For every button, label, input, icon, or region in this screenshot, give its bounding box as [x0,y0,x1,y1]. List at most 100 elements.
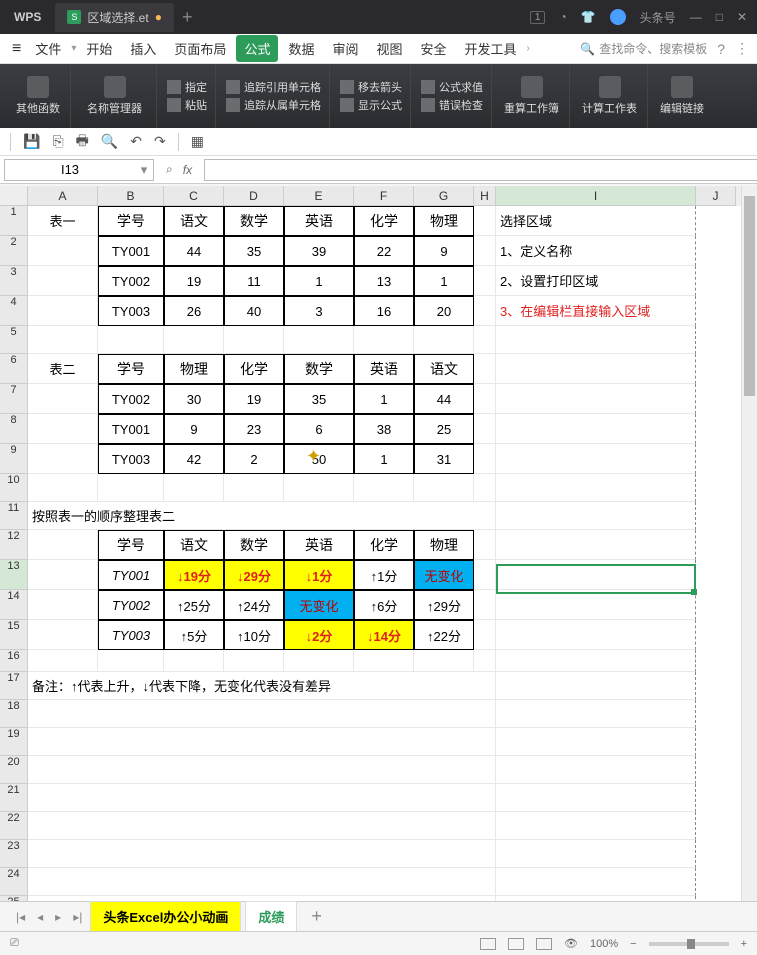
help-icon[interactable]: ? [717,41,725,57]
cell[interactable]: TY002 [98,590,164,620]
cell[interactable] [474,236,496,266]
col-header[interactable]: F [354,186,414,206]
menu-devtools[interactable]: 开发工具 [457,35,525,62]
row-header[interactable]: 3 [0,266,28,296]
cell[interactable] [284,326,354,354]
cell[interactable] [164,474,224,502]
col-header[interactable]: C [164,186,224,206]
cell[interactable] [496,700,696,728]
ribbon-show-formula[interactable]: 显示公式 [340,97,402,113]
cell[interactable]: 学号 [98,530,164,560]
cell[interactable]: ↓19分 [164,560,224,590]
sheet-tab[interactable]: 头条Excel办公小动画 [90,901,241,932]
cell[interactable]: 化学 [354,206,414,236]
cell[interactable]: 1 [284,266,354,296]
cell[interactable]: 物理 [414,530,474,560]
cell[interactable]: 数学 [284,354,354,384]
cell[interactable] [28,756,496,784]
cell[interactable]: 35 [224,236,284,266]
cell[interactable]: ↑5分 [164,620,224,650]
cell[interactable] [474,384,496,414]
command-search[interactable]: 🔍 查找命令、搜索模板 [580,40,707,57]
row-header[interactable]: 10 [0,474,28,502]
row-header[interactable]: 1 [0,206,28,236]
cell[interactable]: ↓1分 [284,560,354,590]
cell[interactable]: 化学 [354,530,414,560]
cell[interactable]: 31 [414,444,474,474]
cell[interactable]: 学号 [98,354,164,384]
col-header[interactable]: E [284,186,354,206]
tab-nav-prev[interactable]: ◂ [33,910,47,924]
menu-file[interactable]: 文件 [27,35,69,62]
cell[interactable]: 42 [164,444,224,474]
cell[interactable] [28,784,496,812]
row-header[interactable]: 7 [0,384,28,414]
cell[interactable]: TY001 [98,236,164,266]
col-header[interactable]: J [696,186,736,206]
vertical-scrollbar[interactable] [741,186,757,901]
cell[interactable]: 选择区域 [496,206,696,236]
ribbon-other-functions[interactable]: 其他函数 [6,64,71,128]
window-count[interactable]: 1 [530,11,546,24]
cell[interactable] [474,206,496,236]
cell[interactable]: ↑29分 [414,590,474,620]
select-all-corner[interactable] [0,186,28,206]
ribbon-paste[interactable]: 粘贴 [167,97,207,113]
undo-icon[interactable]: ↶ [130,133,142,150]
cell[interactable]: 物理 [414,206,474,236]
cell[interactable]: 英语 [284,530,354,560]
cell[interactable] [474,530,496,560]
row-header[interactable]: 23 [0,840,28,868]
cell[interactable]: TY001 [98,560,164,590]
sheet-tab-active[interactable]: 成绩 [245,901,297,932]
cell[interactable]: 39 [284,236,354,266]
cell[interactable] [474,414,496,444]
cell[interactable]: 英语 [284,206,354,236]
cell[interactable]: 22 [354,236,414,266]
cell[interactable]: 2 [224,444,284,474]
cell[interactable] [28,444,98,474]
cell[interactable]: 9 [164,414,224,444]
cell[interactable] [496,784,696,812]
cell[interactable] [474,650,496,672]
row-header[interactable]: 11 [0,502,28,530]
clock-icon[interactable]: ◔ [559,10,566,24]
col-header[interactable]: B [98,186,164,206]
cell[interactable] [28,384,98,414]
redo-icon[interactable]: ↷ [154,133,166,150]
cell[interactable]: 无变化 [284,590,354,620]
cell[interactable] [496,590,696,620]
stats-icon[interactable]: ⎚ [10,937,19,950]
cell[interactable]: ↑25分 [164,590,224,620]
row-header[interactable]: 9 [0,444,28,474]
cell[interactable]: 13 [354,266,414,296]
preview-icon[interactable]: 🔍 [101,133,118,150]
row-header[interactable]: 18 [0,700,28,728]
new-tab-button[interactable]: + [182,7,193,28]
cell[interactable] [414,650,474,672]
cell[interactable]: 25 [414,414,474,444]
cell[interactable]: TY003 [98,620,164,650]
chevron-right-icon[interactable]: › [527,43,530,54]
cell[interactable]: 备注：↑代表上升，↓代表下降，无变化代表没有差异 [28,672,496,700]
tab-nav-last[interactable]: ▸| [69,910,86,924]
cell[interactable] [224,326,284,354]
row-header[interactable]: 13 [0,560,28,590]
cell[interactable] [28,868,496,896]
view-normal-icon[interactable] [480,938,496,950]
zoom-thumb[interactable] [687,939,695,949]
more-icon[interactable]: ⋮ [735,40,749,57]
cell[interactable] [224,650,284,672]
cell[interactable]: 1 [354,384,414,414]
cell[interactable]: 6 [284,414,354,444]
cell[interactable]: TY001 [98,414,164,444]
ribbon-remove-arrow[interactable]: 移去箭头 [340,79,402,95]
name-box[interactable]: I13 ▾ [4,159,154,181]
spreadsheet[interactable]: A B C D E F G H I J 1 表一 学号 语文 数学 英语 化学 … [0,186,757,901]
menu-formula[interactable]: 公式 [236,35,278,62]
cell[interactable] [496,502,696,530]
cell[interactable] [474,354,496,384]
cell[interactable]: 按照表一的顺序整理表二 [28,502,496,530]
cell[interactable] [496,414,696,444]
minimize-button[interactable]: — [690,10,702,24]
